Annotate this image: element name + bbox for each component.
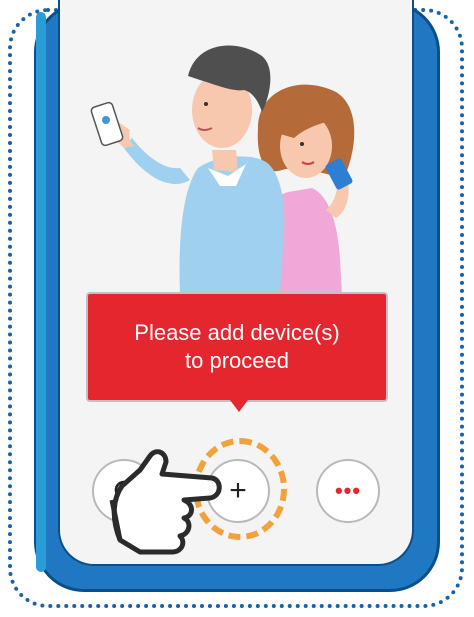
pointing-hand-icon xyxy=(109,449,222,555)
